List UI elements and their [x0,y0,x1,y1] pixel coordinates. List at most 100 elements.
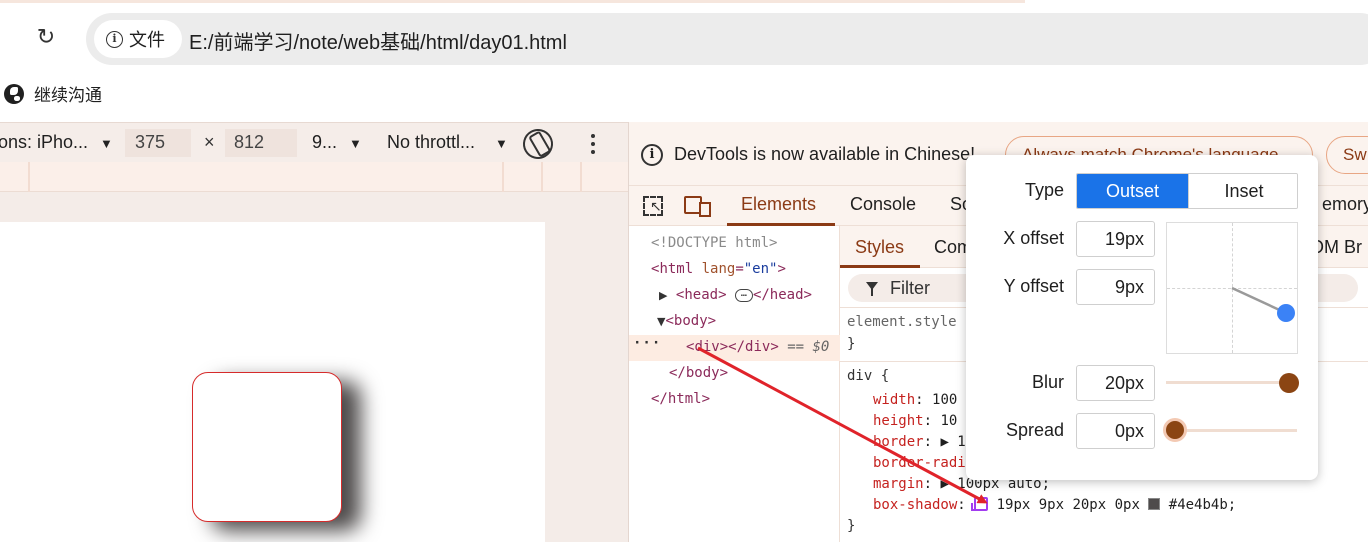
css-declaration[interactable]: height: 10 [873,413,957,429]
y-offset-label: Y offset [1003,276,1064,296]
div-rule-close: } [847,518,856,534]
css-value: 19px 9px 20px 0px [996,497,1140,513]
bookmark-item[interactable]: 继续沟通 [4,81,102,106]
x-offset-input[interactable]: 19px [1076,221,1155,257]
spread-input[interactable]: 0px [1076,413,1155,449]
type-label: Type [1024,180,1064,200]
blur-slider-thumb[interactable] [1279,373,1299,393]
css-property: margin [873,476,924,492]
color-value: #4e4b4b; [1168,497,1237,513]
spread-label: Spread [1005,420,1064,440]
info-icon: i [106,30,123,48]
inspect-element-icon[interactable] [643,196,663,216]
head-node[interactable]: ▶ <head> … </head> [659,287,812,303]
y-offset-input[interactable]: 9px [1076,269,1155,305]
div-rule-selector[interactable]: div { [847,368,889,384]
toolbar: ‹ ↻ i 文件 E:/前端学习/note/web基础/html/day01.h… [0,3,1368,65]
div-close-tag: div [745,339,771,355]
head-tag: head [684,287,719,303]
type-toggle: Outset Inset [1076,173,1298,209]
zoom-select[interactable]: 9... [312,132,337,153]
outset-button[interactable]: Outset [1077,174,1188,208]
info-icon: i [641,144,663,166]
offset-pad[interactable] [1166,222,1298,354]
bookmarks-bar: 继续沟通 [0,70,1368,114]
shadow-editor-popup: Type Outset Inset X offset 19px Y offset… [966,155,1318,480]
css-value: 100 [932,392,958,408]
tab-console[interactable]: Console [850,194,916,215]
shadow-editor-icon[interactable] [971,497,989,511]
media-query-ruler[interactable] [0,162,628,192]
address-bar[interactable]: i 文件 E:/前端学习/note/web基础/html/day01.html [86,13,1368,65]
back-button-partial[interactable]: ‹ [0,29,6,43]
div-tag: div [694,339,720,355]
blur-label: Blur [1031,372,1064,392]
blur-input[interactable]: 20px [1076,365,1155,401]
dimension-times: × [204,132,215,152]
html-close-node[interactable]: </html> [651,391,710,407]
tab-elements[interactable]: Elements [741,194,816,215]
tab-styles[interactable]: Styles [855,237,904,258]
body-tag: body [673,313,708,329]
throttle-dropdown-caret[interactable]: ▼ [495,136,508,151]
offset-vector [1231,286,1287,315]
css-property: border-radi [873,455,966,471]
spread-slider-thumb[interactable] [1163,418,1187,442]
device-select[interactable]: ons: iPho... [0,132,88,153]
div-node[interactable]: <div></div> == $0 [686,339,829,355]
filter-placeholder: Filter [890,278,930,298]
ruler-tick [502,162,504,192]
blur-slider[interactable] [1166,381,1297,384]
bookmark-label: 继续沟通 [34,86,102,105]
selected-marker: == $0 [787,339,830,355]
element-style-close: } [847,336,856,352]
filter-icon [866,282,878,296]
device-dropdown-caret[interactable]: ▼ [100,136,113,151]
body-close-node[interactable]: </body> [669,365,728,381]
switch-language-button[interactable]: Sw [1326,136,1368,174]
node-actions-icon[interactable]: ··· [633,335,661,351]
body-node[interactable]: ▼<body> [657,313,716,329]
more-options-icon[interactable] [591,134,597,154]
lang-value: "en" [743,261,778,277]
infobar-text: DevTools is now available in Chinese! [674,144,976,164]
reload-icon[interactable]: ↻ [33,25,59,51]
css-declaration[interactable]: width: 100 [873,392,957,408]
site-chip-label: 文件 [129,30,165,50]
ruler-tick [580,162,582,192]
expand-triangle-icon[interactable]: ▶ [659,289,667,302]
box-shadow-declaration[interactable]: box-shadow: 19px 9px 20px 0px #4e4b4b; [873,497,1236,513]
globe-icon [4,83,24,104]
url-text[interactable]: E:/前端学习/note/web基础/html/day01.html [189,26,567,55]
head-close-tag: head [769,287,804,303]
html-node[interactable]: <html lang="en"> [651,261,786,277]
tab-memory[interactable]: emory [1322,194,1368,215]
device-toggle-icon[interactable] [684,196,711,217]
css-property: width [873,392,916,408]
ruler-tick [541,162,543,192]
offset-handle[interactable] [1277,304,1295,322]
x-offset-label: X offset [1003,228,1064,248]
css-declaration[interactable]: border: ▶ 1 [873,434,966,450]
ruler-tick [28,162,30,192]
site-info-chip[interactable]: i 文件 [94,20,182,58]
shadowed-div [192,372,342,522]
device-toolbar: ons: iPho... ▼ 375 × 812 9... ▼ No throt… [0,122,628,165]
inset-button[interactable]: Inset [1188,174,1297,208]
height-input[interactable]: 812 [234,132,264,153]
css-property: border [873,434,924,450]
width-input[interactable]: 375 [135,132,165,153]
throttle-select[interactable]: No throttl... [387,132,475,153]
css-property: height [873,413,924,429]
collapsed-content-chip[interactable]: … [734,288,753,302]
html-tag: html [659,261,694,277]
element-style-selector[interactable]: element.style { [847,314,973,330]
lang-attr: lang [701,261,736,277]
doctype-node[interactable]: <!DOCTYPE html> [651,235,777,251]
css-property: box-shadow [873,497,958,513]
rotate-icon[interactable] [517,123,559,165]
dom-tree: ··· <!DOCTYPE html> <html lang="en"> ▶ <… [629,226,840,542]
zoom-dropdown-caret[interactable]: ▼ [349,136,362,151]
color-swatch[interactable] [1148,498,1161,510]
css-declaration[interactable]: border-radi [873,455,966,471]
